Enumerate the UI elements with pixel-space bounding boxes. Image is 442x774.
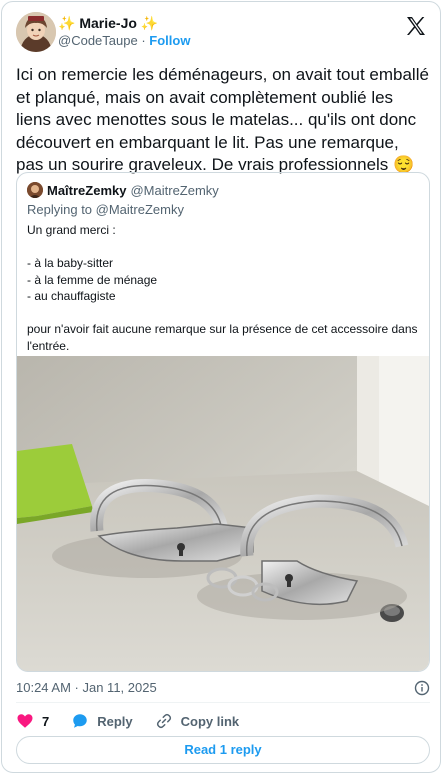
author-handle[interactable]: @CodeTaupe [58, 33, 138, 48]
quote-replying-to: Replying to @MaitreZemky [27, 202, 184, 217]
tweet-timestamp[interactable]: 10:24 AM · Jan 11, 2025 [16, 680, 157, 695]
author-names: ✨ Marie-Jo ✨ @CodeTaupe · Follow [58, 14, 190, 50]
quote-author-handle: @MaitreZemky [130, 182, 219, 198]
heart-icon [17, 714, 33, 728]
tweet-actions: 7 Reply Copy link [16, 711, 261, 731]
quoted-tweet[interactable]: MaîtreZemky @MaitreZemky Replying to @Ma… [16, 172, 430, 672]
like-button[interactable]: 7 [16, 712, 49, 730]
copy-link-button[interactable]: Copy link [155, 712, 240, 730]
tweet-meta: 10:24 AM · Jan 11, 2025 [16, 680, 430, 696]
divider [16, 702, 430, 703]
reply-bubble-icon [73, 714, 87, 728]
follow-link[interactable]: Follow [149, 33, 190, 48]
quote-body: Un grand merci : - à la baby-sitter - à … [27, 223, 418, 353]
reply-label: Reply [97, 713, 133, 729]
author-avatar[interactable] [16, 12, 56, 52]
quote-header: MaîtreZemky @MaitreZemky [27, 181, 219, 199]
tweet-text: Ici on remercie les déménageurs, on avai… [16, 64, 430, 177]
author-handle-row: @CodeTaupe · Follow [58, 32, 190, 50]
copy-link-label: Copy link [180, 713, 240, 729]
author-display-name[interactable]: ✨ Marie-Jo ✨ [58, 14, 190, 32]
tweet-body: Ici on remercie les déménageurs, on avai… [16, 65, 429, 174]
link-icon [156, 713, 171, 729]
quote-photo-handcuffs[interactable] [17, 356, 429, 671]
quote-avatar [27, 182, 43, 198]
info-icon[interactable] [414, 680, 430, 696]
quote-author-name: MaîtreZemky [47, 182, 127, 198]
tweet-card: ✨ Marie-Jo ✨ @CodeTaupe · Follow Ici on … [1, 1, 441, 773]
x-logo-icon[interactable] [404, 14, 428, 38]
handle-separator: · [141, 33, 146, 48]
read-replies-button[interactable]: Read 1 reply [16, 736, 430, 764]
author-name: Marie-Jo [79, 15, 137, 31]
like-count: 7 [42, 713, 50, 729]
sparkle-right-emoji: ✨ [140, 15, 159, 31]
tweet-header: ✨ Marie-Jo ✨ @CodeTaupe · Follow [16, 12, 428, 56]
reply-button[interactable]: Reply [71, 712, 133, 730]
sparkle-left-emoji: ✨ [58, 15, 76, 31]
